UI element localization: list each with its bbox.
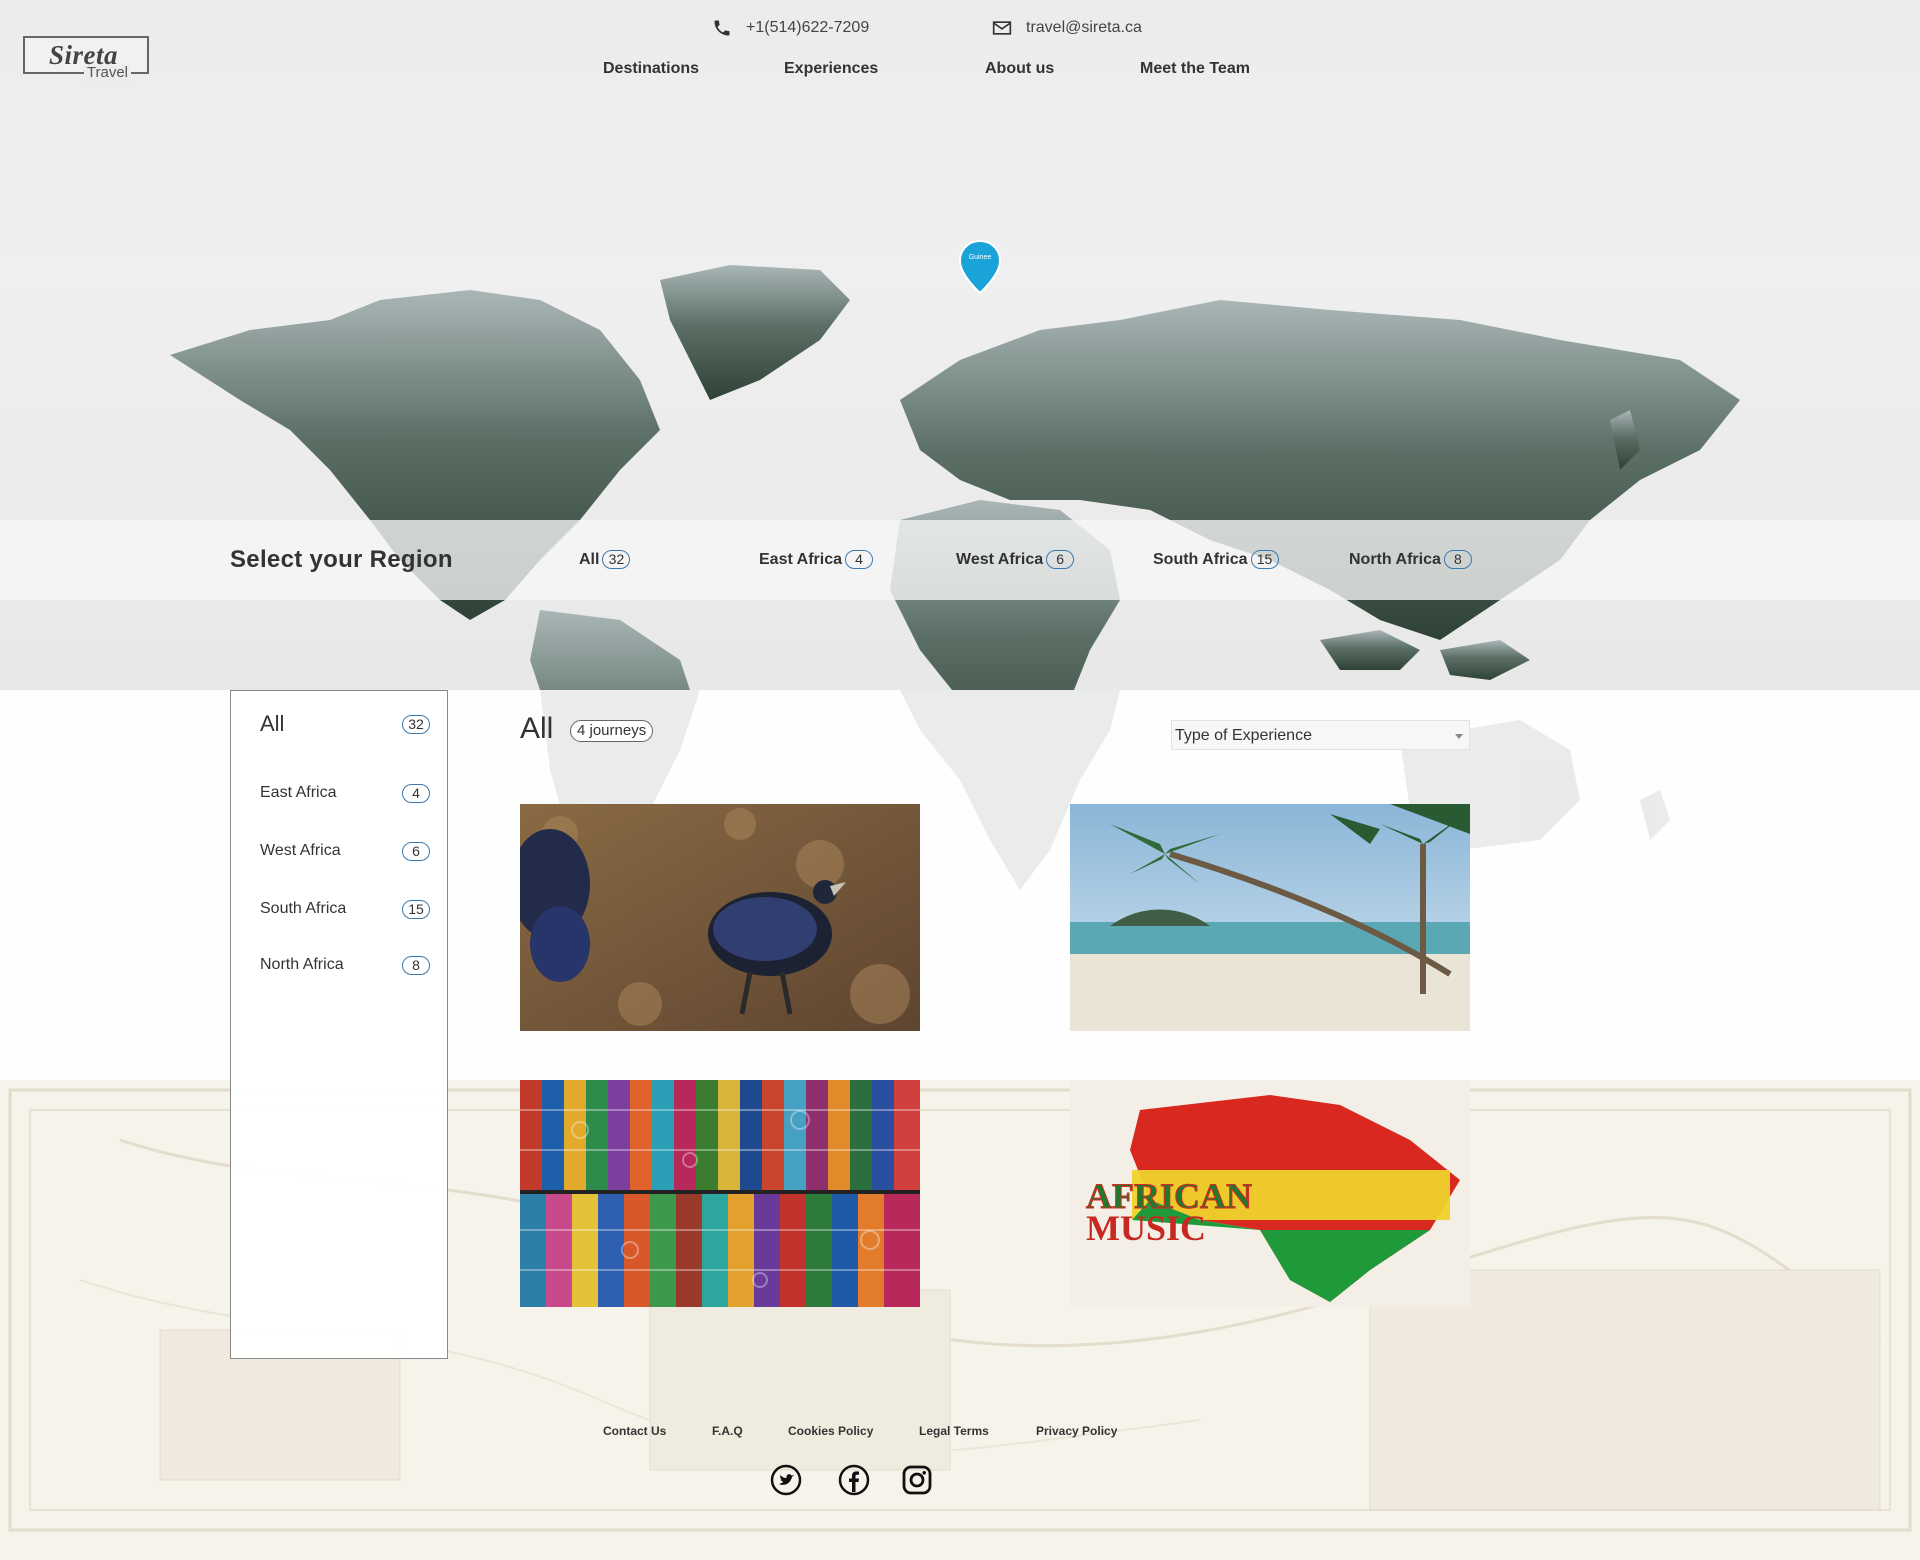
footer-privacy-policy[interactable]: Privacy Policy: [1036, 1424, 1117, 1438]
nav-destinations[interactable]: Destinations: [603, 60, 699, 78]
sidebar-item-all[interactable]: All 32: [260, 711, 430, 737]
journey-card-african-fabrics[interactable]: [520, 1080, 920, 1307]
facebook-link[interactable]: [838, 1464, 870, 1496]
region-tab-east-africa[interactable]: East Africa 4: [759, 550, 873, 569]
twitter-link[interactable]: [770, 1464, 802, 1496]
map-pin-marker[interactable]: Guinee: [958, 239, 1002, 295]
email-address: travel@sireta.ca: [1026, 19, 1142, 36]
footer-cookies-policy[interactable]: Cookies Policy: [788, 1424, 873, 1438]
region-tab-label: East Africa: [759, 550, 842, 568]
sidebar-item-label: All: [260, 711, 285, 736]
count-badge: 32: [602, 550, 631, 569]
contact-phone[interactable]: +1(514)622-7209: [712, 17, 869, 39]
listing-title: All: [520, 712, 554, 745]
nav-experiences[interactable]: Experiences: [784, 60, 878, 78]
region-tab-all[interactable]: All 32: [579, 550, 631, 569]
journey-card-guinea-fowl[interactable]: [520, 804, 920, 1031]
poster-text-music: MUSIC: [1086, 1208, 1206, 1248]
journeys-count-badge: 4 journeys: [570, 720, 654, 742]
journey-card-african-music[interactable]: AFRICAN MUSIC: [1070, 1080, 1470, 1307]
region-tab-label: West Africa: [956, 550, 1044, 568]
hero-map-section: Sireta Travel +1(514)622-7209 travel@sir…: [0, 0, 1920, 690]
map-pin-icon: [958, 239, 1002, 295]
region-title: Select your Region: [230, 546, 453, 573]
count-badge: 32: [402, 714, 430, 734]
footer-faq[interactable]: F.A.Q: [712, 1424, 743, 1438]
count-badge: 15: [1250, 550, 1279, 569]
sidebar-item-north-africa[interactable]: North Africa 8: [260, 952, 430, 978]
phone-icon: [714, 20, 730, 36]
sidebar-item-label: West Africa: [260, 842, 341, 859]
count-badge: 8: [402, 955, 430, 975]
sidebar-item-west-africa[interactable]: West Africa 6: [260, 838, 430, 864]
instagram-icon: [902, 1465, 932, 1495]
main-nav: Destinations Experiences About us Meet t…: [0, 60, 1920, 84]
region-tab-south-africa[interactable]: South Africa 15: [1153, 550, 1279, 569]
count-badge: 4: [402, 783, 430, 803]
footer-links: Contact Us F.A.Q Cookies Policy Legal Te…: [0, 1424, 1920, 1442]
sidebar-item-south-africa[interactable]: South Africa 15: [260, 896, 430, 922]
region-tab-west-africa[interactable]: West Africa 6: [956, 550, 1075, 569]
palm-beach-photo: [1070, 804, 1470, 1031]
envelope-icon: [992, 21, 1012, 35]
footer-contact-us[interactable]: Contact Us: [603, 1424, 666, 1438]
journey-card-palm-beach[interactable]: [1070, 804, 1470, 1031]
count-badge: 15: [402, 899, 430, 919]
select-value: Type of Experience: [1175, 727, 1312, 744]
experience-type-select[interactable]: Type of Experience: [1171, 720, 1470, 750]
count-badge: 6: [1046, 550, 1075, 569]
region-tab-north-africa[interactable]: North Africa 8: [1349, 550, 1472, 569]
region-tab-label: North Africa: [1349, 550, 1441, 568]
region-sidebar: All 32 East Africa 4 West Africa 6 South…: [230, 690, 448, 1359]
count-badge: 6: [402, 841, 430, 861]
sidebar-item-east-africa[interactable]: East Africa 4: [260, 780, 430, 806]
region-selector-bar: Select your Region All 32 East Africa 4 …: [0, 520, 1920, 600]
guinea-fowl-photo: [520, 804, 920, 1031]
region-tab-label: All: [579, 550, 600, 568]
region-tab-label: South Africa: [1153, 550, 1248, 568]
map-pin-label: Guinee: [968, 254, 992, 261]
sidebar-item-label: North Africa: [260, 956, 344, 973]
caret-down-icon: [1455, 734, 1463, 739]
count-badge: 4: [845, 550, 873, 569]
nav-about-us[interactable]: About us: [985, 60, 1054, 78]
phone-number: +1(514)622-7209: [746, 19, 870, 36]
african-fabrics-photo: [520, 1080, 920, 1307]
african-music-poster: AFRICAN MUSIC: [1070, 1080, 1470, 1307]
twitter-icon: [770, 1464, 802, 1496]
sidebar-item-label: South Africa: [260, 900, 347, 917]
sidebar-item-label: East Africa: [260, 784, 337, 801]
facebook-icon: [838, 1464, 870, 1496]
footer-legal-terms[interactable]: Legal Terms: [919, 1424, 989, 1438]
instagram-link[interactable]: [901, 1464, 933, 1496]
count-badge: 8: [1443, 550, 1472, 569]
contact-email[interactable]: travel@sireta.ca: [992, 17, 1142, 39]
nav-meet-the-team[interactable]: Meet the Team: [1140, 60, 1250, 78]
